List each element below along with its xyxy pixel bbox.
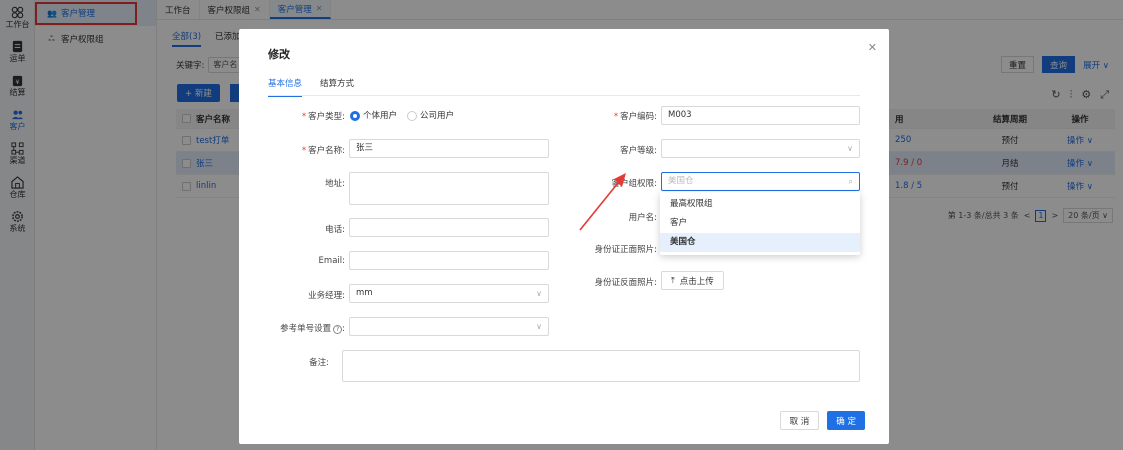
- confirm-button[interactable]: 确 定: [827, 411, 865, 430]
- chevron-down-icon: ∨: [536, 322, 542, 331]
- tab-settlement[interactable]: 结算方式: [320, 77, 354, 97]
- group-permission-label: 客户组权限:: [611, 179, 657, 189]
- radio-company[interactable]: 公司用户: [407, 109, 454, 121]
- help-icon[interactable]: ?: [333, 325, 343, 334]
- customer-type-label: * 客户类型:: [301, 112, 345, 122]
- group-permission-select[interactable]: 美国仓 ⌕: [661, 172, 860, 191]
- address-textarea[interactable]: [349, 172, 549, 205]
- chevron-down-icon: ∨: [536, 289, 542, 298]
- dropdown-option[interactable]: 美国仓: [660, 233, 860, 252]
- search-icon: ⌕: [848, 177, 853, 186]
- group-permission-placeholder: 美国仓: [668, 176, 694, 186]
- phone-input[interactable]: [349, 218, 549, 237]
- close-icon[interactable]: ✕: [868, 41, 877, 54]
- remark-textarea[interactable]: [342, 350, 860, 382]
- customer-level-label: 客户等级:: [620, 146, 657, 156]
- remark-label: 备注:: [309, 358, 329, 368]
- id-front-label: 身份证正面照片:: [594, 245, 657, 255]
- modal-tabs: 基本信息 结算方式: [268, 77, 354, 97]
- customer-level-select[interactable]: ∨: [661, 139, 860, 158]
- phone-label: 电话:: [325, 225, 345, 235]
- dropdown-option[interactable]: 最高权限组: [660, 195, 860, 214]
- modal-footer: 取 消 确 定: [779, 411, 865, 430]
- customer-name-input[interactable]: 张三: [349, 139, 549, 158]
- customer-type-radio-group: 个体用户 公司用户: [350, 109, 454, 121]
- reference-select[interactable]: ∨: [349, 317, 549, 336]
- address-label: 地址:: [325, 179, 345, 189]
- upload-button[interactable]: ⤒ 点击上传: [661, 271, 724, 290]
- radio-individual[interactable]: 个体用户: [350, 109, 397, 121]
- customer-code-label: * 客户编码:: [613, 112, 657, 122]
- email-input[interactable]: [349, 251, 549, 270]
- group-permission-dropdown: 最高权限组 客户 美国仓: [660, 192, 860, 255]
- customer-name-label: * 客户名称:: [301, 146, 345, 156]
- edit-customer-modal: 修改 ✕ 基本信息 结算方式 * 客户类型: 个体用户 公司用户 * 客户编码: M…: [239, 29, 889, 444]
- tab-basic-info[interactable]: 基本信息: [268, 77, 303, 97]
- email-label: Email:: [318, 256, 345, 266]
- manager-label: 业务经理:: [308, 291, 345, 301]
- id-back-label: 身份证反面照片:: [594, 278, 657, 288]
- reference-label: 参考单号设置?:: [280, 324, 345, 334]
- customer-code-input[interactable]: M003: [661, 106, 860, 125]
- username-label: 用户名:: [628, 213, 657, 223]
- tab-divider: [268, 95, 860, 96]
- modal-title: 修改: [268, 48, 290, 61]
- dropdown-option[interactable]: 客户: [660, 214, 860, 233]
- upload-icon: ⤒: [671, 275, 675, 286]
- chevron-down-icon: ∨: [847, 144, 853, 153]
- manager-select[interactable]: mm ∨: [349, 284, 549, 303]
- cancel-button[interactable]: 取 消: [779, 411, 820, 430]
